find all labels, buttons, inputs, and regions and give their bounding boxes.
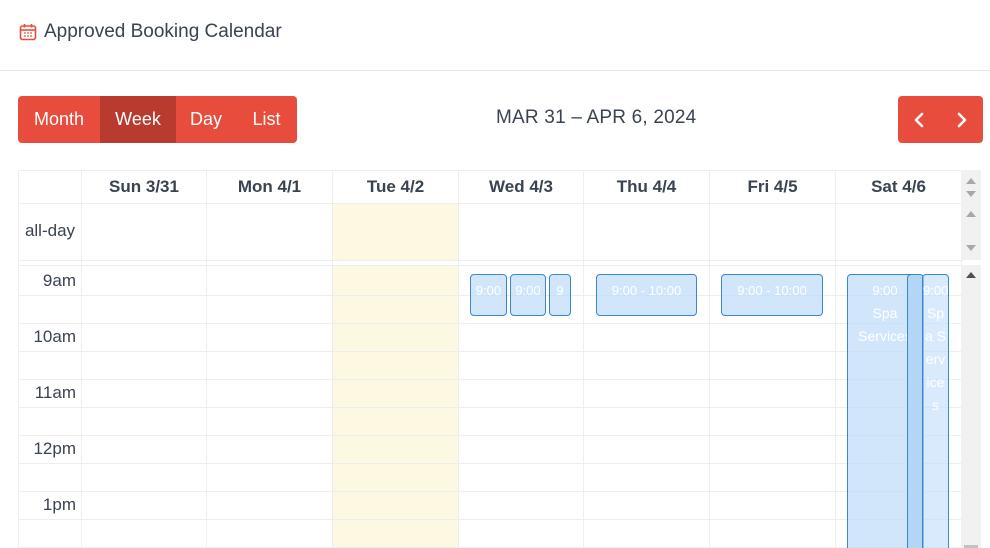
event-title: Spa Services bbox=[925, 305, 947, 413]
day-header-tue: Tue 4/2 bbox=[366, 176, 425, 196]
day-header-mon: Mon 4/1 bbox=[237, 176, 302, 196]
event-time: 9:00 bbox=[475, 283, 502, 298]
day-header-sun: Sun 3/31 bbox=[109, 176, 179, 196]
date-range-title: MAR 31 – APR 6, 2024 bbox=[496, 107, 697, 128]
chevron-right-icon bbox=[957, 112, 967, 127]
slot-line bbox=[18, 323, 961, 324]
view-list-button[interactable]: List bbox=[236, 96, 297, 143]
today-column-allday bbox=[333, 204, 458, 260]
event-wed-2[interactable]: 9:00 bbox=[510, 274, 546, 316]
view-switcher: Month Week Day List bbox=[18, 96, 297, 143]
slot-line bbox=[18, 463, 961, 464]
body-scrollbar[interactable] bbox=[961, 265, 981, 548]
grid-border bbox=[18, 203, 963, 204]
time-label: 10am bbox=[33, 327, 76, 346]
event-fri[interactable]: 9:00 - 10:00 bbox=[721, 274, 823, 316]
slot-line bbox=[18, 407, 961, 408]
prev-button[interactable] bbox=[898, 96, 941, 143]
allday-label: all-day bbox=[24, 221, 76, 240]
grid-border bbox=[18, 260, 963, 261]
scroll-up-icon[interactable] bbox=[966, 211, 976, 217]
calendar-grid: Sun 3/31 Mon 4/1 Tue 4/2 Wed 4/3 Thu 4/4… bbox=[18, 170, 981, 548]
grid-border bbox=[18, 265, 963, 266]
event-time: 9:00 bbox=[923, 283, 949, 298]
page-header: Approved Booking Calendar bbox=[0, 0, 990, 71]
view-month-button[interactable]: Month bbox=[18, 96, 100, 143]
calendar-icon bbox=[19, 24, 37, 41]
header-scrollbar[interactable] bbox=[961, 170, 981, 203]
day-header-sat: Sat 4/6 bbox=[871, 176, 926, 196]
next-button[interactable] bbox=[941, 96, 984, 143]
event-wed-3[interactable]: 9 bbox=[549, 274, 571, 316]
scroll-down-icon[interactable] bbox=[966, 191, 976, 197]
event-time: 9:00 - 10:00 bbox=[611, 283, 682, 298]
event-time: 9:00 bbox=[515, 283, 541, 298]
slot-line bbox=[18, 379, 961, 380]
nav-group bbox=[898, 96, 983, 143]
slot-line bbox=[18, 351, 961, 352]
chevron-left-icon bbox=[914, 112, 924, 127]
scroll-up-icon[interactable] bbox=[966, 272, 976, 278]
time-label: 9am bbox=[42, 271, 76, 290]
event-sat-3[interactable]: 9:00 Spa Services bbox=[922, 274, 949, 548]
allday-scrollbar[interactable] bbox=[961, 203, 981, 260]
slot-line bbox=[18, 435, 961, 436]
time-label: 11am bbox=[34, 383, 76, 402]
event-wed-1[interactable]: 9:00 bbox=[470, 274, 507, 316]
view-week-button[interactable]: Week bbox=[100, 96, 176, 143]
day-header-fri: Fri 4/5 bbox=[747, 176, 798, 196]
page-title: Approved Booking Calendar bbox=[19, 21, 282, 43]
time-label: 12pm bbox=[33, 439, 76, 458]
event-time: 9 bbox=[556, 283, 564, 298]
page-title-text: Approved Booking Calendar bbox=[44, 21, 282, 42]
event-thu[interactable]: 9:00 - 10:00 bbox=[596, 274, 697, 316]
event-time: 9:00 - 10:00 bbox=[737, 283, 807, 298]
time-label: 1pm bbox=[42, 495, 76, 514]
scroll-down-icon[interactable] bbox=[966, 245, 976, 251]
day-header-wed: Wed 4/3 bbox=[489, 176, 553, 196]
day-header-thu: Thu 4/4 bbox=[616, 176, 677, 196]
slot-line bbox=[18, 491, 961, 492]
slot-line bbox=[18, 519, 961, 520]
view-day-button[interactable]: Day bbox=[176, 96, 236, 143]
scroll-up-icon[interactable] bbox=[966, 178, 976, 184]
